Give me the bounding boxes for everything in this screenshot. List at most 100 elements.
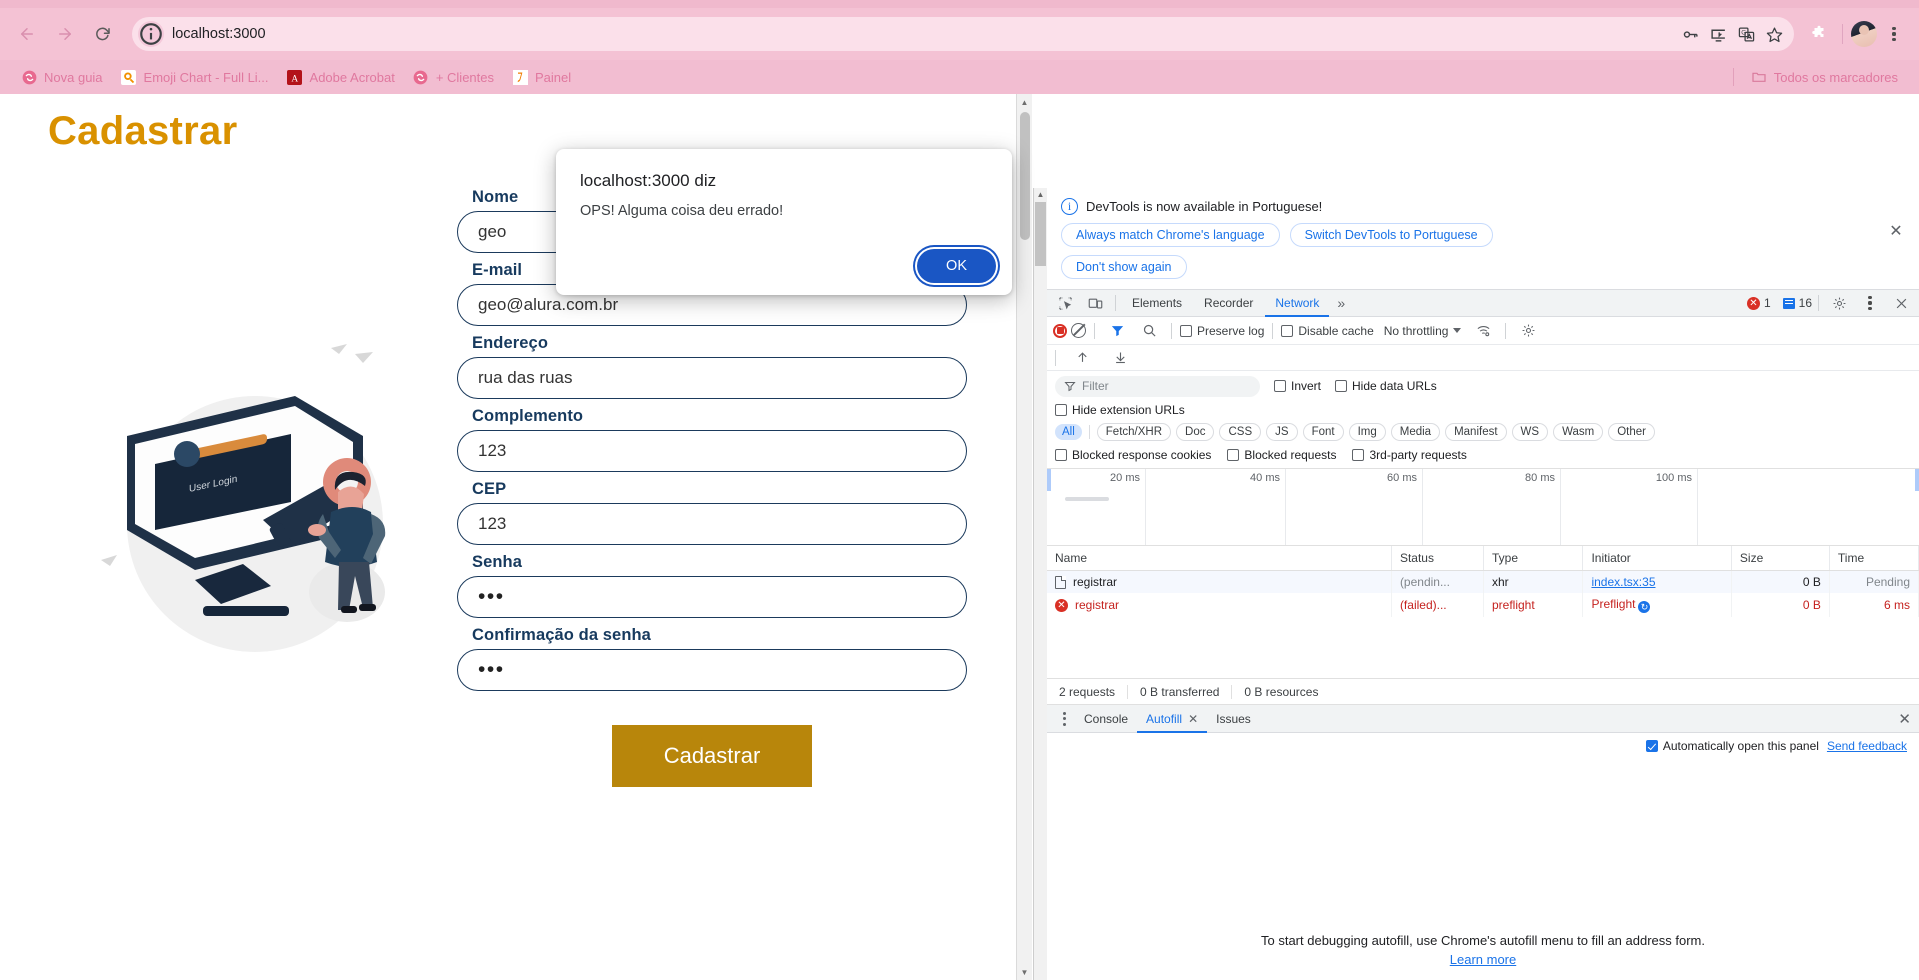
- always-match-language-button[interactable]: Always match Chrome's language: [1061, 223, 1280, 247]
- cadastrar-button[interactable]: Cadastrar: [611, 725, 813, 787]
- type-filter-fetch-xhr[interactable]: Fetch/XHR: [1096, 423, 1172, 441]
- network-conditions-icon[interactable]: [1469, 319, 1497, 343]
- drawer-close-icon[interactable]: ✕: [1898, 710, 1911, 728]
- col-header-size[interactable]: Size: [1731, 546, 1830, 571]
- drawer-kebab-menu[interactable]: [1053, 711, 1075, 726]
- network-settings-gear-icon[interactable]: [1514, 319, 1542, 343]
- hide-data-urls-checkbox[interactable]: Hide data URLs: [1335, 379, 1437, 393]
- col-header-time[interactable]: Time: [1829, 546, 1919, 571]
- col-header-name[interactable]: Name: [1047, 546, 1392, 571]
- table-row[interactable]: ✕ registrar (failed)... preflight Prefli…: [1047, 593, 1919, 617]
- tab-network[interactable]: Network: [1265, 289, 1329, 317]
- input-endereco[interactable]: rua das ruas: [457, 357, 967, 399]
- throttling-select[interactable]: No throttling: [1384, 324, 1462, 338]
- blocked-requests-checkbox[interactable]: Blocked requests: [1227, 448, 1336, 462]
- preserve-log-checkbox[interactable]: Preserve log: [1180, 324, 1264, 338]
- input-senha[interactable]: •••: [457, 576, 967, 618]
- record-button[interactable]: [1053, 323, 1067, 338]
- type-filter-js[interactable]: JS: [1266, 423, 1298, 441]
- type-filter-wasm[interactable]: Wasm: [1553, 423, 1604, 441]
- forward-button[interactable]: [48, 17, 82, 51]
- export-har-icon[interactable]: [1106, 346, 1134, 370]
- third-party-requests-checkbox[interactable]: 3rd-party requests: [1352, 448, 1467, 462]
- bookmark-item[interactable]: Nova guia: [12, 66, 112, 88]
- type-filter-manifest[interactable]: Manifest: [1445, 423, 1507, 441]
- type-filter-other[interactable]: Other: [1608, 423, 1655, 441]
- devtools-kebab-menu[interactable]: [1855, 288, 1885, 318]
- bookmark-item[interactable]: Emoji Chart - Full Li...: [112, 66, 278, 88]
- table-row[interactable]: registrar (pendin... xhr index.tsx:35 0 …: [1047, 570, 1919, 593]
- translate-icon[interactable]: G: [1732, 20, 1760, 48]
- hide-extension-urls-checkbox[interactable]: Hide extension URLs: [1055, 403, 1185, 417]
- scroll-thumb[interactable]: [1020, 112, 1030, 240]
- dialog-ok-button[interactable]: OK: [917, 249, 996, 283]
- import-har-icon[interactable]: [1068, 346, 1096, 370]
- device-toolbar-icon[interactable]: [1081, 291, 1109, 315]
- timeline-right-handle[interactable]: [1915, 469, 1919, 491]
- type-filter-media[interactable]: Media: [1390, 423, 1441, 441]
- auto-open-panel-checkbox[interactable]: Automatically open this panel: [1645, 739, 1819, 753]
- type-filter-doc[interactable]: Doc: [1176, 423, 1215, 441]
- cell-initiator[interactable]: index.tsx:35: [1582, 570, 1732, 593]
- reload-button[interactable]: [86, 17, 120, 51]
- site-info-icon[interactable]: [138, 21, 164, 47]
- filter-input[interactable]: Filter: [1055, 375, 1260, 397]
- devtools-scroll-up[interactable]: ▲: [1034, 188, 1047, 199]
- input-complemento[interactable]: 123: [457, 430, 967, 472]
- address-bar[interactable]: localhost:3000 G: [132, 17, 1794, 51]
- search-icon[interactable]: [1135, 319, 1163, 343]
- tab-elements[interactable]: Elements: [1122, 289, 1192, 317]
- type-filter-all[interactable]: All: [1055, 424, 1082, 440]
- banner-close-icon[interactable]: ✕: [1885, 220, 1907, 242]
- more-tabs-icon[interactable]: »: [1331, 295, 1351, 311]
- scroll-up-arrow[interactable]: ▲: [1017, 94, 1032, 110]
- learn-more-link[interactable]: Learn more: [1055, 952, 1911, 967]
- filter-funnel-icon[interactable]: [1103, 319, 1131, 343]
- initiator-link[interactable]: index.tsx:35: [1591, 575, 1655, 589]
- back-button[interactable]: [10, 17, 44, 51]
- bookmark-star-icon[interactable]: [1760, 20, 1788, 48]
- cell-name[interactable]: ✕ registrar: [1047, 593, 1392, 617]
- type-filter-img[interactable]: Img: [1348, 423, 1386, 441]
- profile-avatar[interactable]: [1851, 21, 1877, 47]
- switch-to-portuguese-button[interactable]: Switch DevTools to Portuguese: [1289, 223, 1493, 247]
- drawer-tab-autofill[interactable]: Autofill ✕: [1137, 705, 1207, 733]
- clear-network-log-icon[interactable]: [1071, 323, 1086, 338]
- dont-show-again-button[interactable]: Don't show again: [1061, 255, 1187, 279]
- scroll-down-arrow[interactable]: ▼: [1017, 964, 1032, 980]
- install-app-icon[interactable]: [1704, 20, 1732, 48]
- message-count-badge[interactable]: 16: [1782, 296, 1812, 310]
- send-feedback-link[interactable]: Send feedback: [1827, 739, 1907, 753]
- inspect-element-icon[interactable]: [1051, 291, 1079, 315]
- type-filter-ws[interactable]: WS: [1511, 423, 1549, 441]
- bookmark-item[interactable]: + Clientes: [404, 66, 503, 88]
- drawer-tab-console[interactable]: Console: [1075, 705, 1137, 733]
- drawer-tab-issues[interactable]: Issues: [1207, 705, 1260, 733]
- drawer-tab-close-icon[interactable]: ✕: [1188, 712, 1198, 726]
- all-bookmarks-button[interactable]: Todos os marcadores: [1742, 66, 1907, 88]
- type-filter-css[interactable]: CSS: [1219, 423, 1262, 441]
- devtools-close-icon[interactable]: [1887, 291, 1915, 315]
- tab-recorder[interactable]: Recorder: [1194, 289, 1263, 317]
- settings-gear-icon[interactable]: [1825, 291, 1853, 315]
- type-filter-font[interactable]: Font: [1302, 423, 1344, 441]
- chrome-menu-kebab[interactable]: [1879, 19, 1909, 49]
- col-header-type[interactable]: Type: [1483, 546, 1584, 571]
- password-key-icon[interactable]: [1676, 20, 1704, 48]
- network-timeline-overview[interactable]: 20 ms 40 ms 60 ms 80 ms 100 ms: [1047, 468, 1919, 546]
- bookmark-item[interactable]: Painel: [503, 66, 580, 88]
- blocked-response-cookies-checkbox[interactable]: Blocked response cookies: [1055, 448, 1211, 462]
- devtools-scroll-thumb[interactable]: [1035, 202, 1046, 266]
- col-header-status[interactable]: Status: [1391, 546, 1484, 571]
- cell-initiator[interactable]: Preflight ↻: [1582, 593, 1732, 617]
- bookmark-item[interactable]: A Adobe Acrobat: [278, 66, 404, 88]
- devtools-scrollbar[interactable]: ▲: [1034, 188, 1047, 980]
- disable-cache-checkbox[interactable]: Disable cache: [1281, 324, 1374, 338]
- timeline-left-handle[interactable]: [1047, 469, 1051, 491]
- cell-name[interactable]: registrar: [1047, 570, 1392, 593]
- input-cep[interactable]: 123: [457, 503, 967, 545]
- input-confirmacao-senha[interactable]: •••: [457, 649, 967, 691]
- invert-checkbox[interactable]: Invert: [1274, 379, 1321, 393]
- col-header-initiator[interactable]: Initiator: [1582, 546, 1732, 571]
- page-scrollbar[interactable]: ▲ ▼: [1016, 94, 1032, 980]
